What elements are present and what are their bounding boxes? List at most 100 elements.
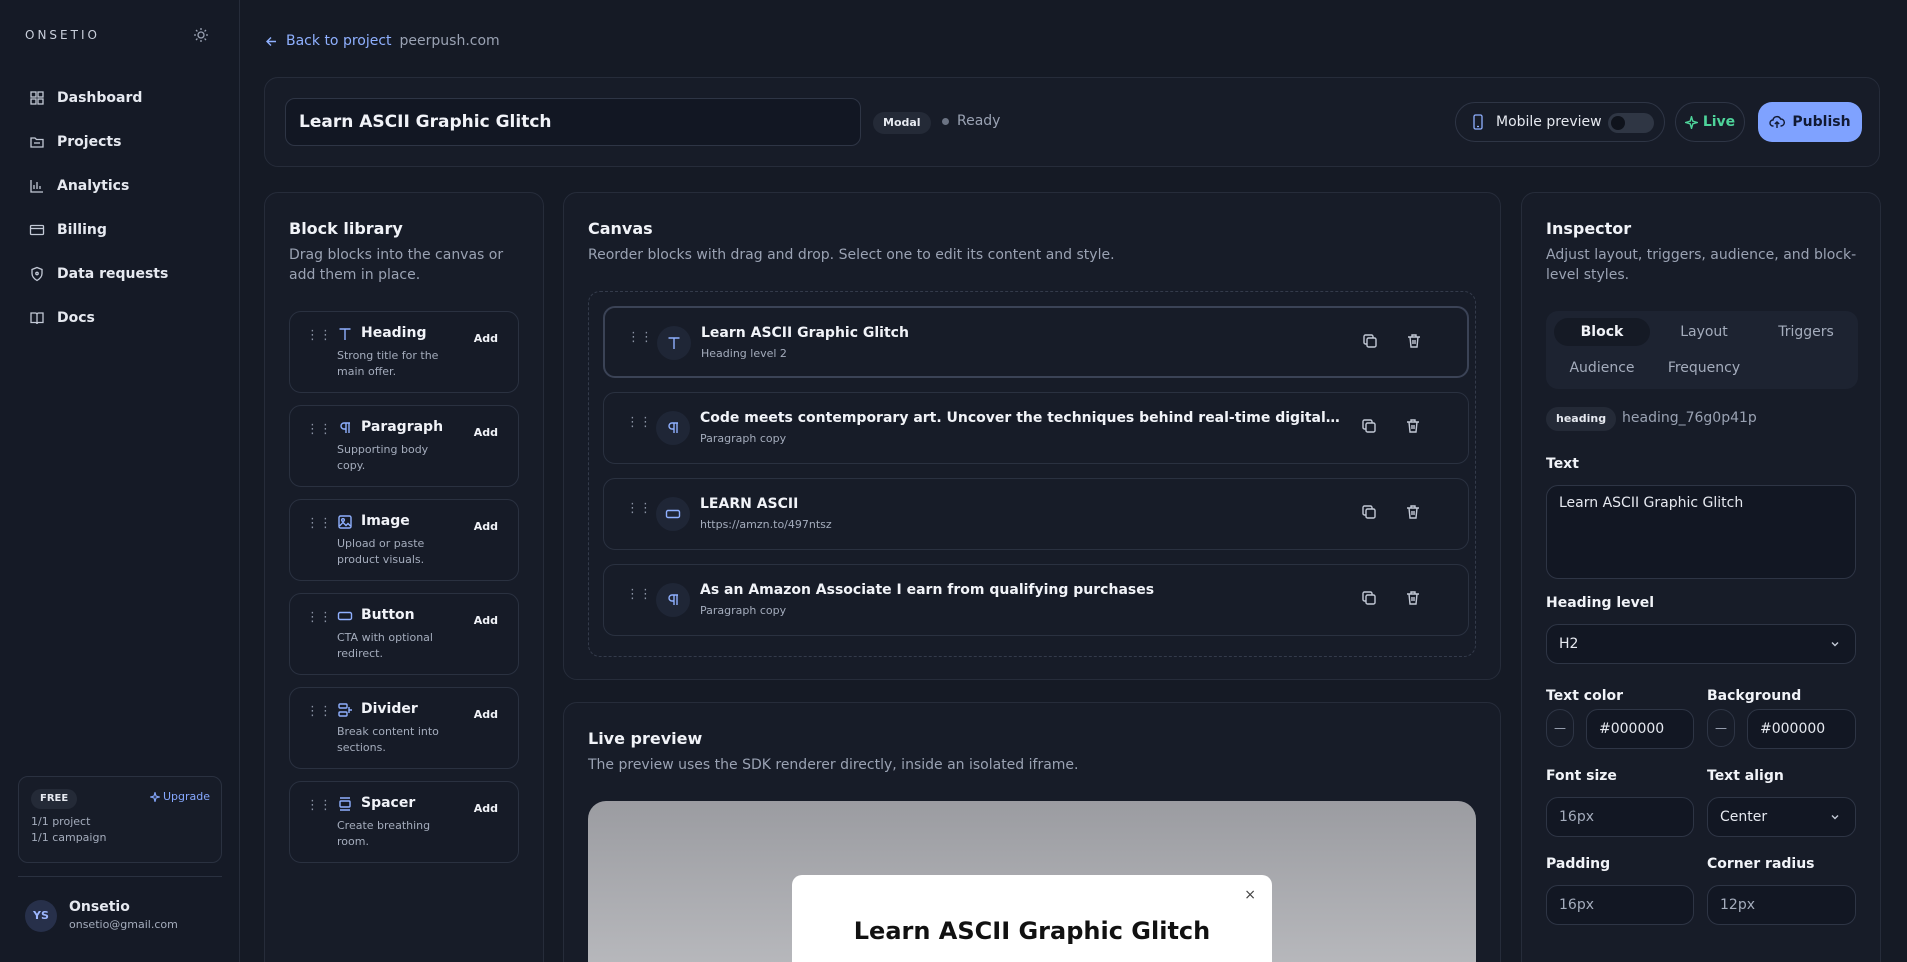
panel-description: Drag blocks into the canvas or add them … bbox=[289, 247, 504, 283]
text-label: Text bbox=[1546, 456, 1579, 472]
sidebar-item-label: Projects bbox=[57, 134, 122, 150]
canvas-block[interactable]: ⋮⋮ Code meets contemporary art. Uncover … bbox=[603, 392, 1469, 464]
sidebar-item-projects[interactable]: Projects bbox=[16, 120, 224, 164]
drag-handle-icon[interactable]: ⋮⋮ bbox=[626, 587, 652, 602]
sparkle-icon bbox=[149, 791, 160, 802]
tab-block[interactable]: Block bbox=[1554, 318, 1650, 346]
duplicate-icon[interactable] bbox=[1360, 503, 1378, 521]
block-subtitle: Paragraph copy bbox=[700, 432, 787, 445]
divider bbox=[18, 876, 222, 877]
status-indicator: Ready bbox=[942, 113, 1000, 129]
sun-icon[interactable] bbox=[193, 27, 209, 43]
add-button[interactable]: Add bbox=[474, 614, 498, 627]
drag-handle-icon[interactable]: ⋮⋮ bbox=[306, 328, 332, 343]
panel-description: Adjust layout, triggers, audience, and b… bbox=[1546, 247, 1857, 283]
background-input[interactable]: #000000 bbox=[1747, 709, 1856, 749]
drag-handle-icon[interactable]: ⋮⋮ bbox=[627, 330, 653, 345]
mobile-preview-toggle[interactable]: Mobile preview bbox=[1455, 102, 1665, 142]
campaign-title-input[interactable]: Learn ASCII Graphic Glitch bbox=[285, 98, 861, 146]
user-name: Onsetio bbox=[69, 899, 130, 915]
library-item-divider[interactable]: ⋮⋮ Divider Break content into sections. … bbox=[289, 687, 519, 769]
corner-radius-input[interactable]: 12px bbox=[1707, 885, 1856, 925]
sidebar-item-label: Data requests bbox=[57, 266, 169, 282]
text-color-input[interactable]: #000000 bbox=[1586, 709, 1694, 749]
modal-heading: Learn ASCII Graphic Glitch bbox=[853, 917, 1211, 945]
button-icon bbox=[337, 611, 353, 621]
plan-projects: 1/1 project bbox=[31, 815, 91, 828]
trash-icon[interactable] bbox=[1404, 589, 1422, 607]
library-item-spacer[interactable]: ⋮⋮ Spacer Create breathing room. Add bbox=[289, 781, 519, 863]
sidebar-item-billing[interactable]: Billing bbox=[16, 208, 224, 252]
preview-iframe[interactable]: × Learn ASCII Graphic Glitch bbox=[588, 801, 1476, 962]
block-subtitle: https://amzn.to/497ntsz bbox=[700, 518, 832, 531]
text-align-select[interactable]: Center bbox=[1707, 797, 1856, 837]
add-button[interactable]: Add bbox=[474, 802, 498, 815]
background-swatch[interactable]: — bbox=[1707, 709, 1735, 747]
canvas-panel: Canvas Reorder blocks with drag and drop… bbox=[563, 192, 1501, 680]
drag-handle-icon[interactable]: ⋮⋮ bbox=[626, 501, 652, 516]
tab-frequency[interactable]: Frequency bbox=[1656, 354, 1752, 382]
add-button[interactable]: Add bbox=[474, 332, 498, 345]
add-button[interactable]: Add bbox=[474, 426, 498, 439]
upgrade-label: Upgrade bbox=[162, 790, 210, 803]
text-color-swatch[interactable]: — bbox=[1546, 709, 1574, 747]
library-item-image[interactable]: ⋮⋮ Image Upload or paste product visuals… bbox=[289, 499, 519, 581]
credit-card-icon bbox=[29, 224, 45, 236]
sidebar-item-label: Billing bbox=[57, 222, 107, 238]
heading-level-select[interactable]: H2 bbox=[1546, 624, 1856, 664]
publish-label: Publish bbox=[1792, 114, 1851, 130]
status-dot bbox=[942, 117, 949, 125]
back-to-project-link[interactable]: Back to project bbox=[265, 33, 392, 49]
button-icon bbox=[656, 497, 690, 531]
add-button[interactable]: Add bbox=[474, 708, 498, 721]
close-icon[interactable]: × bbox=[1244, 887, 1256, 903]
canvas-block[interactable]: ⋮⋮ As an Amazon Associate I earn from qu… bbox=[603, 564, 1469, 636]
publish-button[interactable]: Publish bbox=[1758, 102, 1862, 142]
plan-campaigns: 1/1 campaign bbox=[31, 831, 107, 844]
library-item-name: Spacer bbox=[361, 795, 416, 811]
duplicate-icon[interactable] bbox=[1360, 417, 1378, 435]
live-button[interactable]: Live bbox=[1675, 102, 1745, 142]
duplicate-icon[interactable] bbox=[1361, 332, 1379, 350]
tab-triggers[interactable]: Triggers bbox=[1758, 318, 1854, 346]
library-item-name: Divider bbox=[361, 701, 418, 717]
duplicate-icon[interactable] bbox=[1360, 589, 1378, 607]
text-textarea[interactable]: Learn ASCII Graphic Glitch bbox=[1546, 485, 1856, 579]
avatar[interactable]: YS bbox=[25, 900, 57, 932]
tab-audience[interactable]: Audience bbox=[1554, 354, 1650, 382]
trash-icon[interactable] bbox=[1404, 503, 1422, 521]
library-item-heading[interactable]: ⋮⋮ Heading Strong title for the main off… bbox=[289, 311, 519, 393]
drag-handle-icon[interactable]: ⋮⋮ bbox=[626, 415, 652, 430]
drag-handle-icon[interactable]: ⋮⋮ bbox=[306, 516, 332, 531]
toggle-switch[interactable] bbox=[1608, 113, 1654, 133]
canvas-block[interactable]: ⋮⋮ LEARN ASCII https://amzn.to/497ntsz bbox=[603, 478, 1469, 550]
inspector-tabs: Block Layout Triggers Audience Frequency bbox=[1546, 311, 1858, 389]
text-color-label: Text color bbox=[1546, 688, 1624, 704]
add-button[interactable]: Add bbox=[474, 520, 498, 533]
sidebar-item-dashboard[interactable]: Dashboard bbox=[16, 76, 224, 120]
sidebar-item-docs[interactable]: Docs bbox=[16, 296, 224, 340]
font-size-input[interactable]: 16px bbox=[1546, 797, 1694, 837]
sidebar-item-data-requests[interactable]: Data requests bbox=[16, 252, 224, 296]
trash-icon[interactable] bbox=[1405, 332, 1423, 350]
upgrade-link[interactable]: Upgrade bbox=[149, 790, 210, 803]
sidebar-item-analytics[interactable]: Analytics bbox=[16, 164, 224, 208]
paragraph-icon bbox=[656, 583, 690, 617]
sidebar-item-label: Analytics bbox=[57, 178, 130, 194]
drag-handle-icon[interactable]: ⋮⋮ bbox=[306, 798, 332, 813]
drag-handle-icon[interactable]: ⋮⋮ bbox=[306, 422, 332, 437]
library-item-paragraph[interactable]: ⋮⋮ Paragraph Supporting body copy. Add bbox=[289, 405, 519, 487]
canvas-dropzone[interactable]: ⋮⋮ Learn ASCII Graphic Glitch Heading le… bbox=[588, 291, 1476, 657]
heading-icon bbox=[339, 328, 351, 340]
user-email: onsetio@gmail.com bbox=[69, 918, 178, 931]
tab-layout[interactable]: Layout bbox=[1656, 318, 1752, 346]
drag-handle-icon[interactable]: ⋮⋮ bbox=[306, 610, 332, 625]
canvas-block[interactable]: ⋮⋮ Learn ASCII Graphic Glitch Heading le… bbox=[603, 306, 1469, 378]
library-item-button[interactable]: ⋮⋮ Button CTA with optional redirect. Ad… bbox=[289, 593, 519, 675]
drag-handle-icon[interactable]: ⋮⋮ bbox=[306, 704, 332, 719]
trash-icon[interactable] bbox=[1404, 417, 1422, 435]
sidebar-nav: Dashboard Projects Analytics Billing Dat… bbox=[16, 76, 224, 340]
library-item-desc: Break content into sections. bbox=[337, 725, 439, 754]
padding-input[interactable]: 16px bbox=[1546, 885, 1694, 925]
library-item-desc: Upload or paste product visuals. bbox=[337, 537, 425, 566]
